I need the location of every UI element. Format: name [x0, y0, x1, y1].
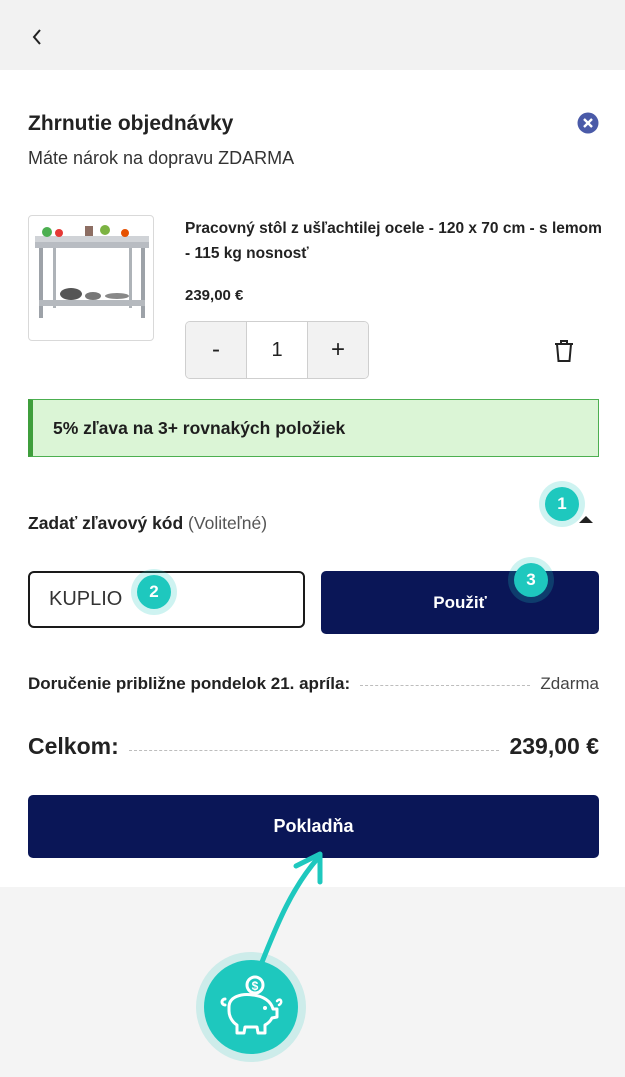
product-name[interactable]: Pracovný stôl z ušľachtilej ocele - 120 … — [185, 216, 605, 266]
back-button[interactable] — [22, 22, 52, 52]
chevron-left-icon — [32, 29, 41, 45]
page-title: Zhrnutie objednávky — [28, 112, 234, 135]
piggy-bank-icon: $ — [220, 975, 283, 1035]
annotation-badge-3: 3 — [514, 563, 548, 597]
total-value: 239,00 € — [509, 733, 599, 759]
discount-code-label[interactable]: Zadať zľavový kód (Voliteľné) — [28, 513, 267, 534]
svg-text:$: $ — [252, 979, 259, 993]
close-circle-icon — [577, 112, 599, 134]
top-bar — [0, 0, 625, 70]
trash-icon — [555, 340, 573, 362]
order-summary-card — [0, 70, 625, 887]
total-label: Celkom: — [28, 733, 119, 759]
delivery-label: Doručenie približne pondelok 21. apríla: — [28, 674, 351, 693]
annotation-badge-2: 2 — [137, 575, 171, 609]
savings-badge: $ — [196, 952, 306, 1062]
collapse-caret-icon[interactable] — [579, 516, 593, 523]
dotted-leader — [360, 685, 531, 686]
quantity-stepper: - 1 + — [185, 321, 369, 379]
steel-table-image — [35, 225, 149, 318]
checkout-button[interactable]: Pokladňa — [28, 795, 599, 858]
discount-code-title: Zadať zľavový kód — [28, 513, 184, 533]
apply-discount-button[interactable]: Použiť — [321, 571, 599, 634]
quantity-discount-banner: 5% zľava na 3+ rovnakých položiek — [28, 399, 599, 457]
increase-button[interactable]: + — [308, 322, 368, 378]
total-row: Celkom: 239,00 € — [28, 733, 599, 760]
dotted-leader — [128, 750, 500, 751]
delivery-value: Zdarma — [540, 674, 599, 693]
product-price: 239,00 € — [185, 287, 244, 304]
product-image[interactable] — [28, 215, 154, 341]
free-shipping-note: Máte nárok na dopravu ZDARMA — [28, 148, 295, 168]
discount-code-optional: (Voliteľné) — [183, 513, 268, 533]
annotation-badge-1: 1 — [545, 487, 579, 521]
delivery-row: Doručenie približne pondelok 21. apríla:… — [28, 674, 599, 694]
quantity-value[interactable]: 1 — [246, 322, 308, 378]
close-button[interactable] — [577, 112, 599, 134]
remove-item-button[interactable] — [551, 338, 577, 364]
decrease-button[interactable]: - — [186, 322, 246, 378]
